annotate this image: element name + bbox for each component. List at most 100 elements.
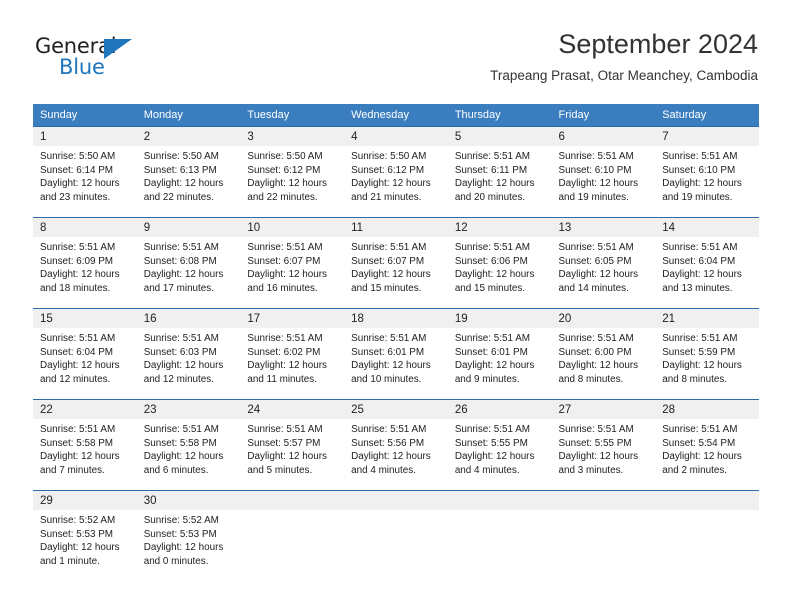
calendar-day-cell[interactable]: 25 Sunrise: 5:51 AM Sunset: 5:56 PM Dayl… bbox=[344, 399, 448, 491]
day-details: Sunrise: 5:51 AM Sunset: 6:03 PM Dayligh… bbox=[137, 328, 241, 386]
page-subtitle: Trapeang Prasat, Otar Meanchey, Cambodia bbox=[490, 68, 758, 83]
daylight-text-line2: and 0 minutes. bbox=[143, 555, 209, 567]
daylight-text-line2: and 11 minutes. bbox=[247, 373, 317, 385]
day-details: Sunrise: 5:51 AM Sunset: 6:10 PM Dayligh… bbox=[552, 146, 656, 204]
calendar-day-cell[interactable]: 29 Sunrise: 5:52 AM Sunset: 5:53 PM Dayl… bbox=[33, 490, 137, 581]
daylight-text-line2: and 10 minutes. bbox=[351, 373, 422, 385]
sunset-text: Sunset: 6:04 PM bbox=[662, 255, 736, 267]
sunset-text: Sunset: 6:01 PM bbox=[351, 346, 425, 358]
daylight-text-line2: and 4 minutes. bbox=[454, 464, 520, 476]
calendar-day-cell[interactable]: 23 Sunrise: 5:51 AM Sunset: 5:58 PM Dayl… bbox=[136, 399, 241, 491]
sunset-text: Sunset: 6:03 PM bbox=[143, 346, 217, 358]
calendar-day-cell[interactable]: 13 Sunrise: 5:51 AM Sunset: 6:05 PM Dayl… bbox=[551, 217, 656, 309]
logo-triangle-icon bbox=[104, 39, 132, 59]
calendar-day-cell[interactable]: 1 Sunrise: 5:50 AM Sunset: 6:14 PM Dayli… bbox=[33, 126, 137, 218]
sunset-text: Sunset: 5:56 PM bbox=[351, 437, 425, 449]
calendar-day-cell[interactable]: 4 Sunrise: 5:50 AM Sunset: 6:12 PM Dayli… bbox=[344, 126, 448, 218]
day-details: Sunrise: 5:51 AM Sunset: 6:00 PM Dayligh… bbox=[552, 328, 656, 386]
daylight-text-line2: and 18 minutes. bbox=[40, 282, 111, 294]
day-details: Sunrise: 5:51 AM Sunset: 6:01 PM Dayligh… bbox=[448, 328, 552, 386]
calendar-day-cell[interactable]: 27 Sunrise: 5:51 AM Sunset: 5:55 PM Dayl… bbox=[551, 399, 656, 491]
calendar-day-cell[interactable]: 5 Sunrise: 5:51 AM Sunset: 6:11 PM Dayli… bbox=[447, 126, 552, 218]
calendar-day-cell[interactable]: 20 Sunrise: 5:51 AM Sunset: 6:00 PM Dayl… bbox=[551, 308, 656, 400]
day-number: 13 bbox=[551, 218, 656, 237]
daylight-text-line1: Daylight: 12 hours bbox=[247, 269, 327, 281]
day-details: Sunrise: 5:51 AM Sunset: 6:02 PM Dayligh… bbox=[240, 328, 344, 386]
calendar-day-cell[interactable]: 17 Sunrise: 5:51 AM Sunset: 6:02 PM Dayl… bbox=[240, 308, 345, 400]
sunset-text: Sunset: 6:14 PM bbox=[40, 164, 114, 176]
sunset-text: Sunset: 6:10 PM bbox=[662, 164, 736, 176]
daylight-text-line1: Daylight: 12 hours bbox=[40, 542, 120, 554]
calendar-day-cell[interactable]: 9 Sunrise: 5:51 AM Sunset: 6:08 PM Dayli… bbox=[136, 217, 241, 309]
calendar-day-cell[interactable]: 19 Sunrise: 5:51 AM Sunset: 6:01 PM Dayl… bbox=[447, 308, 552, 400]
day-details: Sunrise: 5:50 AM Sunset: 6:12 PM Dayligh… bbox=[240, 146, 344, 204]
day-details: Sunrise: 5:51 AM Sunset: 5:56 PM Dayligh… bbox=[344, 419, 448, 477]
daylight-text-line2: and 13 minutes. bbox=[662, 282, 733, 294]
day-details: Sunrise: 5:51 AM Sunset: 6:06 PM Dayligh… bbox=[448, 237, 552, 295]
calendar-day-cell[interactable]: 24 Sunrise: 5:51 AM Sunset: 5:57 PM Dayl… bbox=[240, 399, 345, 491]
sunrise-text: Sunrise: 5:51 AM bbox=[351, 424, 427, 435]
calendar-page: General Blue September 2024 Trapeang Pra… bbox=[0, 0, 792, 612]
calendar-day-cell[interactable]: 16 Sunrise: 5:51 AM Sunset: 6:03 PM Dayl… bbox=[136, 308, 241, 400]
calendar-day-cell[interactable]: 14 Sunrise: 5:51 AM Sunset: 6:04 PM Dayl… bbox=[655, 217, 759, 309]
day-number: 18 bbox=[344, 309, 448, 328]
calendar-day-cell[interactable]: 15 Sunrise: 5:51 AM Sunset: 6:04 PM Dayl… bbox=[33, 308, 137, 400]
calendar-day-cell-empty bbox=[447, 490, 552, 581]
daylight-text-line1: Daylight: 12 hours bbox=[454, 451, 535, 463]
daylight-text-line1: Daylight: 12 hours bbox=[662, 360, 742, 372]
day-number: 1 bbox=[33, 127, 137, 146]
calendar-day-cell[interactable]: 22 Sunrise: 5:51 AM Sunset: 5:58 PM Dayl… bbox=[33, 399, 137, 491]
calendar-day-cell[interactable]: 26 Sunrise: 5:51 AM Sunset: 5:55 PM Dayl… bbox=[447, 399, 552, 491]
calendar-day-cell[interactable]: 2 Sunrise: 5:50 AM Sunset: 6:13 PM Dayli… bbox=[136, 126, 241, 218]
daylight-text-line1: Daylight: 12 hours bbox=[351, 360, 431, 372]
day-details: Sunrise: 5:51 AM Sunset: 6:01 PM Dayligh… bbox=[344, 328, 448, 386]
daylight-text-line2: and 16 minutes. bbox=[247, 282, 318, 294]
sunrise-text: Sunrise: 5:51 AM bbox=[662, 424, 738, 435]
sunset-text: Sunset: 6:13 PM bbox=[143, 164, 217, 176]
calendar-day-cell[interactable]: 18 Sunrise: 5:51 AM Sunset: 6:01 PM Dayl… bbox=[344, 308, 448, 400]
day-details: Sunrise: 5:52 AM Sunset: 5:53 PM Dayligh… bbox=[137, 510, 241, 568]
daylight-text-line1: Daylight: 12 hours bbox=[143, 178, 224, 190]
daylight-text-line1: Daylight: 12 hours bbox=[558, 451, 639, 463]
daylight-text-line1: Daylight: 12 hours bbox=[662, 269, 742, 281]
sunrise-text: Sunrise: 5:51 AM bbox=[351, 333, 427, 344]
day-number: 9 bbox=[136, 218, 241, 237]
daylight-text-line2: and 19 minutes. bbox=[662, 191, 733, 203]
calendar-day-cell[interactable]: 21 Sunrise: 5:51 AM Sunset: 5:59 PM Dayl… bbox=[655, 308, 759, 400]
daylight-text-line1: Daylight: 12 hours bbox=[40, 360, 120, 372]
daylight-text-line1: Daylight: 12 hours bbox=[247, 178, 327, 190]
day-number: 15 bbox=[33, 309, 137, 328]
day-number: 23 bbox=[136, 400, 241, 419]
day-number: 10 bbox=[240, 218, 345, 237]
sunset-text: Sunset: 6:10 PM bbox=[558, 164, 632, 176]
calendar-day-cell[interactable]: 6 Sunrise: 5:51 AM Sunset: 6:10 PM Dayli… bbox=[551, 126, 656, 218]
calendar-day-cell[interactable]: 12 Sunrise: 5:51 AM Sunset: 6:06 PM Dayl… bbox=[447, 217, 552, 309]
sunset-text: Sunset: 6:07 PM bbox=[247, 255, 321, 267]
sunrise-text: Sunrise: 5:51 AM bbox=[454, 333, 531, 344]
day-number: 7 bbox=[655, 127, 759, 146]
day-details: Sunrise: 5:51 AM Sunset: 6:08 PM Dayligh… bbox=[137, 237, 241, 295]
sunrise-text: Sunrise: 5:51 AM bbox=[558, 242, 634, 253]
calendar-day-cell-empty bbox=[240, 490, 345, 581]
calendar-day-cell[interactable]: 28 Sunrise: 5:51 AM Sunset: 5:54 PM Dayl… bbox=[655, 399, 759, 491]
calendar-day-cell-empty bbox=[655, 490, 759, 581]
calendar-day-cell[interactable]: 3 Sunrise: 5:50 AM Sunset: 6:12 PM Dayli… bbox=[240, 126, 345, 218]
calendar-day-cell-empty bbox=[551, 490, 656, 581]
calendar-day-cell[interactable]: 8 Sunrise: 5:51 AM Sunset: 6:09 PM Dayli… bbox=[33, 217, 137, 309]
day-number: 12 bbox=[447, 218, 552, 237]
calendar-day-cell[interactable]: 10 Sunrise: 5:51 AM Sunset: 6:07 PM Dayl… bbox=[240, 217, 345, 309]
sunset-text: Sunset: 6:06 PM bbox=[454, 255, 528, 267]
day-details: Sunrise: 5:51 AM Sunset: 5:58 PM Dayligh… bbox=[137, 419, 241, 477]
day-details: Sunrise: 5:51 AM Sunset: 6:11 PM Dayligh… bbox=[448, 146, 552, 204]
calendar-week-row: 8 Sunrise: 5:51 AM Sunset: 6:09 PM Dayli… bbox=[33, 217, 759, 309]
daylight-text-line1: Daylight: 12 hours bbox=[143, 451, 224, 463]
calendar-day-cell[interactable]: 7 Sunrise: 5:51 AM Sunset: 6:10 PM Dayli… bbox=[655, 126, 759, 218]
daylight-text-line2: and 8 minutes. bbox=[662, 373, 727, 385]
calendar-body: 1 Sunrise: 5:50 AM Sunset: 6:14 PM Dayli… bbox=[33, 126, 759, 581]
daylight-text-line1: Daylight: 12 hours bbox=[454, 360, 535, 372]
calendar-day-cell[interactable]: 11 Sunrise: 5:51 AM Sunset: 6:07 PM Dayl… bbox=[344, 217, 448, 309]
calendar-day-cell[interactable]: 30 Sunrise: 5:52 AM Sunset: 5:53 PM Dayl… bbox=[136, 490, 241, 581]
sunrise-text: Sunrise: 5:51 AM bbox=[247, 242, 323, 253]
day-number: 28 bbox=[655, 400, 759, 419]
sunrise-text: Sunrise: 5:51 AM bbox=[558, 333, 634, 344]
